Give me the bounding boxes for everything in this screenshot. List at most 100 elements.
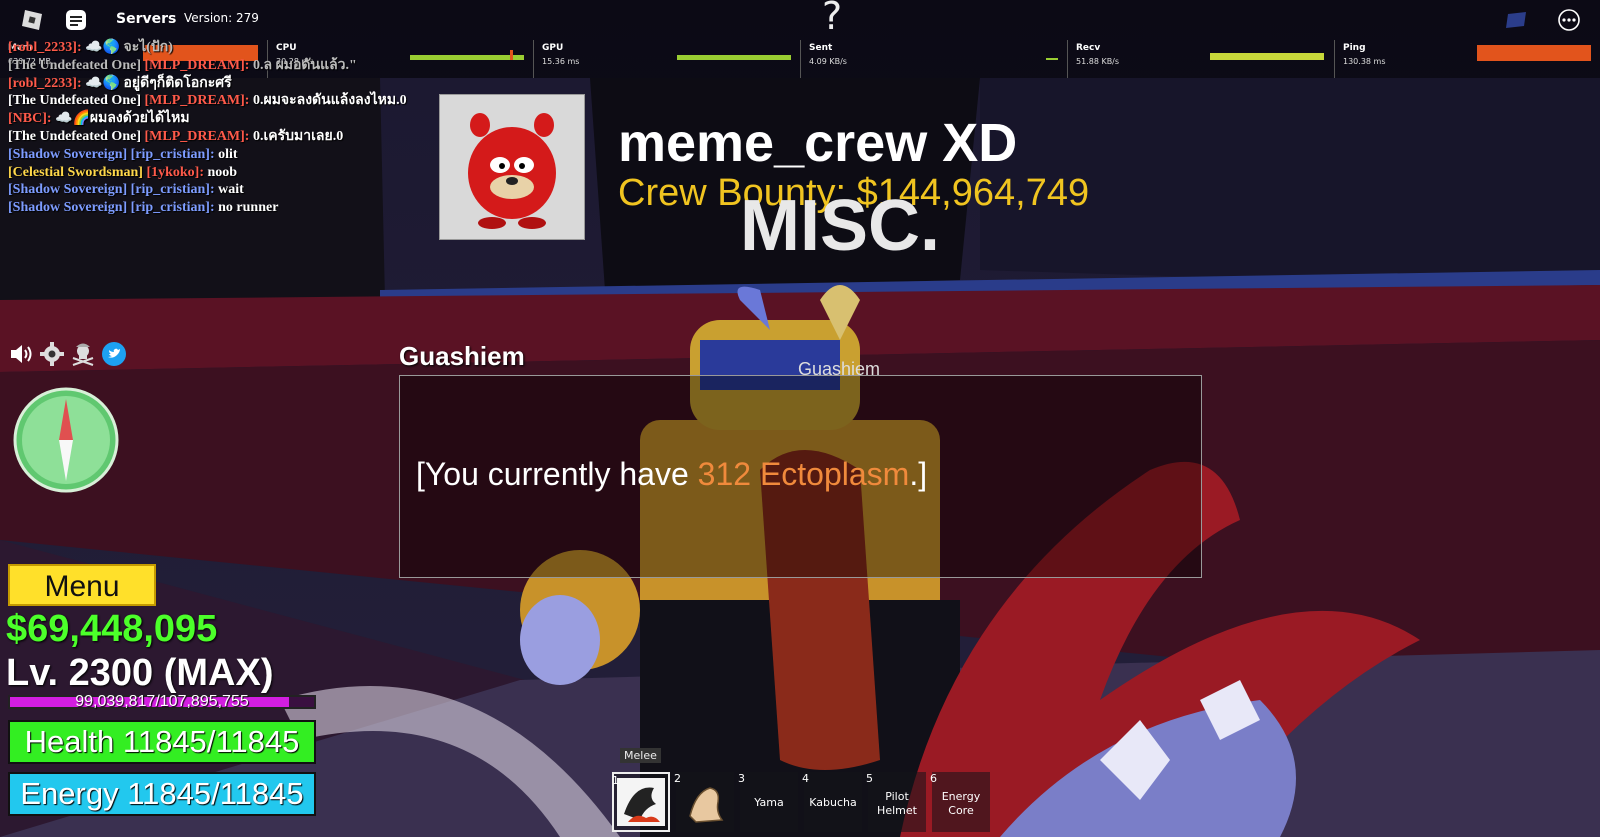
hotbar-slot-6[interactable]: 6 Energy Core <box>930 772 990 832</box>
chat-message-part: [NBC]: <box>8 111 52 127</box>
chat-message-part: [rip_cristian]: <box>127 200 215 216</box>
chat-message-part: [The Undefeated One] <box>8 128 141 144</box>
xp-text: 99,039,817/107,895,755 <box>75 693 249 710</box>
chat-message: [The Undefeated One] [MLP_DREAM]: 0.ผมจะ… <box>8 92 428 110</box>
hotbar-slot-2[interactable]: 2 <box>674 772 734 832</box>
stat-gpu[interactable]: GPU 15.36 ms <box>533 40 801 78</box>
hotbar-slot-3[interactable]: 3 Yama <box>738 772 798 832</box>
crew-name: meme_crew XD <box>618 113 1018 173</box>
chat-message: [Shadow Sovereign] [rip_cristian]: olit <box>8 146 428 164</box>
roblox-top-bar: Servers Version: 279 ? <box>0 0 1600 40</box>
chat-message-part: [1ykoko]: <box>142 164 204 180</box>
chat-log[interactable]: [robl_2233]: ☁️🌎 จะไ(ปัก) [The Undefeated… <box>8 39 428 217</box>
stat-sent[interactable]: Sent 4.09 KB/s <box>800 40 1068 78</box>
chat-message: [robl_2233]: ☁️🌎 อยู่ดีๆก็ติดโอกะศรี <box>8 75 428 93</box>
health-bar: Health 11845/11845 <box>8 720 316 764</box>
stat-sent-graph <box>1046 58 1058 60</box>
chat-message-part: [Shadow Sovereign] <box>8 146 128 162</box>
stat-recv[interactable]: Recv 51.88 KB/s <box>1067 40 1335 78</box>
chat-message-part: 0.เครับมาเลย.0 <box>249 128 344 144</box>
chat-message-part: ☁️🌈ผมลงด้วยได้ไหม <box>51 111 190 127</box>
chat-message-part: [The Undefeated One] <box>8 57 141 73</box>
twitter-icon[interactable] <box>101 341 127 367</box>
stat-gpu-value: 15.36 ms <box>542 57 580 66</box>
stat-recv-graph <box>1210 53 1324 60</box>
sound-icon[interactable] <box>8 341 34 367</box>
menu-button[interactable]: Menu <box>8 564 156 606</box>
hotbar-slot-number: 3 <box>738 772 745 785</box>
chat-message: [Shadow Sovereign] [rip_cristian]: no ru… <box>8 199 428 217</box>
stat-ping-value: 130.38 ms <box>1343 57 1386 66</box>
hotbar-slot-1[interactable]: 1 <box>612 772 670 832</box>
hotbar-slot-5[interactable]: 5 Pilot Helmet <box>866 772 926 832</box>
version-label: Version: 279 <box>184 11 259 25</box>
hotbar-slot-label: Kabucha <box>809 796 857 809</box>
roblox-logo-icon[interactable] <box>20 8 44 32</box>
stat-gpu-graph <box>677 55 791 60</box>
energy-text: Energy 11845/11845 <box>20 776 304 811</box>
hotbar-slot-number: 6 <box>930 772 937 785</box>
hotbar-slot-label: Pilot Helmet <box>877 790 917 817</box>
compass-icon <box>13 387 119 493</box>
hotbar-slot-number: 2 <box>674 772 681 785</box>
flag-icon[interactable] <box>1504 8 1528 32</box>
misc-title: MISC. <box>740 186 941 266</box>
stat-sent-label: Sent <box>809 43 833 53</box>
chat-message-part: 0.ล ผมอดันแล้ว." <box>249 57 357 73</box>
stat-ping[interactable]: Ping 130.38 ms <box>1334 40 1600 78</box>
chat-message-part: ☁️🌎 จะไ(ปัก) <box>81 40 173 55</box>
health-text: Health 11845/11845 <box>24 724 300 759</box>
crew-emblem-knuckles-image <box>440 95 584 239</box>
chat-message-part: [robl_2233]: <box>8 75 82 91</box>
chat-icon[interactable] <box>64 8 88 32</box>
chat-message-part: [Shadow Sovereign] <box>8 182 128 198</box>
dialogue-speaker-name: Guashiem <box>399 341 525 371</box>
chat-message-part: ☁️🌎 อยู่ดีๆก็ติดโอกะศรี <box>81 75 232 91</box>
chat-message: [robl_2233]: ☁️🌎 จะไ(ปัก) <box>8 39 428 57</box>
stat-recv-value: 51.88 KB/s <box>1076 57 1120 66</box>
chat-message-part: wait <box>214 182 244 198</box>
more-options-icon[interactable] <box>1557 8 1581 32</box>
accessory-item-icon <box>689 787 724 823</box>
dialogue-box[interactable]: [You currently have 312 Ectoplasm.] <box>399 375 1202 578</box>
stat-ping-graph <box>1477 45 1591 61</box>
stat-gpu-label: GPU <box>542 43 564 53</box>
hotbar-slot-label: Energy Core <box>941 790 981 817</box>
crew-emblem-image <box>439 94 585 240</box>
dialogue-highlight: 312 Ectoplasm <box>697 456 910 492</box>
stat-sent-value: 4.09 KB/s <box>809 57 847 66</box>
chat-message: [The Undefeated One] [MLP_DREAM]: 0.ล ผม… <box>8 57 428 75</box>
jolly-roger-icon[interactable] <box>70 341 96 367</box>
chat-message-part: [rip_cristian]: <box>127 146 215 162</box>
chat-message-part: olit <box>214 146 238 162</box>
level-label: Lv. 2300 (MAX) <box>6 652 274 694</box>
chat-message-part: [MLP_DREAM]: <box>141 57 250 73</box>
chat-message-part: [MLP_DREAM]: <box>141 93 250 109</box>
chat-message-part: [Celestial Swordsman] <box>8 164 143 180</box>
settings-gear-icon[interactable] <box>39 341 65 367</box>
dialogue-text: [You currently have 312 Ectoplasm.] <box>416 456 927 493</box>
chat-message-part: [robl_2233]: <box>8 40 82 55</box>
chat-message: [Celestial Swordsman] [1ykoko]: noob <box>8 164 428 182</box>
energy-bar: Energy 11845/11845 <box>8 772 316 816</box>
chat-message: [NBC]: ☁️🌈ผมลงด้วยได้ไหม <box>8 110 428 128</box>
chat-message-part: [The Undefeated One] <box>8 93 141 109</box>
chat-message-part: noob <box>204 164 238 180</box>
hotbar-slot-4[interactable]: 4 Kabucha <box>802 772 862 832</box>
dialogue-text-before: [You currently have <box>416 456 698 492</box>
xp-bar: 99,039,817/107,895,755 <box>8 693 316 710</box>
dragon-talon-icon <box>617 778 665 826</box>
hotbar-slot-number: 5 <box>866 772 873 785</box>
dialogue-text-after: .] <box>909 456 928 492</box>
chat-message-part: no runner <box>214 200 279 216</box>
hotbar-hover-tag: Melee <box>620 748 661 763</box>
chat-message: [The Undefeated One] [MLP_DREAM]: 0.เครั… <box>8 128 428 146</box>
hotbar-slot-number: 4 <box>802 772 809 785</box>
money-counter: $69,448,095 <box>6 608 218 650</box>
chat-message-part: [Shadow Sovereign] <box>8 200 128 216</box>
hotbar-slot-label: Yama <box>754 796 784 809</box>
stat-ping-label: Ping <box>1343 43 1366 53</box>
help-icon[interactable]: ? <box>822 0 842 38</box>
servers-button[interactable]: Servers <box>116 11 176 27</box>
chat-message-part: [rip_cristian]: <box>127 182 215 198</box>
